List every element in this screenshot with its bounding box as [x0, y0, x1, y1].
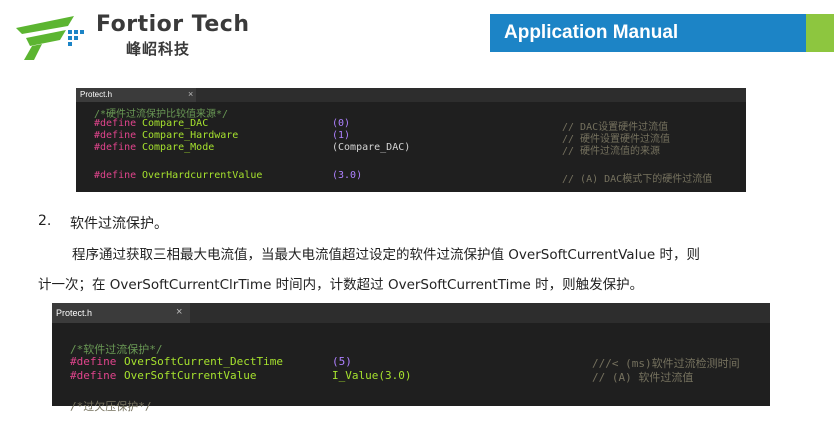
code-value: (3.0) — [332, 170, 363, 181]
brand-name-cn: 峰岹科技 — [126, 40, 191, 58]
code-line: #define — [94, 142, 137, 153]
code-identifier: Compare_Mode — [142, 142, 215, 153]
code-line: #define — [94, 130, 137, 141]
tab-label: Protect.h — [80, 90, 113, 99]
code-panel-software: Protect.h × /*软件过流保护*/ #define OverSoftC… — [52, 303, 770, 413]
banner-accent — [806, 14, 834, 52]
code-identifier: Compare_Hardware — [142, 130, 239, 141]
code-value: I_Value(3.0) — [332, 369, 412, 382]
code-value: (5) — [332, 355, 352, 368]
code-line-comment: // 硬件过流值的来源 — [562, 146, 661, 157]
document-banner: Application Manual — [490, 14, 806, 52]
code-line: #define — [94, 118, 137, 129]
code-line: #define — [70, 355, 117, 368]
paragraph-line: 计一次；在 OverSoftCurrentClrTime 时间内，计数超过 Ov… — [38, 277, 644, 293]
code-line-comment: // (A) 软件过流值 — [592, 371, 694, 384]
code-line: #define — [94, 170, 137, 181]
brand-name: Fortior Tech — [96, 12, 250, 37]
code-line: #define — [70, 369, 117, 382]
code-identifier: OverSoftCurrent_DectTime — [124, 355, 283, 368]
code-line-comment: // (A) DAC模式下的硬件过流值 — [562, 174, 713, 185]
code-value: (0) — [332, 118, 351, 129]
code-value: (1) — [332, 130, 351, 141]
paragraph-line: 程序通过获取三相最大电流值，当最大电流值超过设定的软件过流保护值 OverSof… — [72, 247, 700, 263]
editor-tab[interactable]: Protect.h × — [52, 303, 190, 323]
editor-tab[interactable]: Protect.h × — [76, 88, 196, 102]
close-icon[interactable]: × — [176, 306, 182, 318]
code-identifier: OverSoftCurrentValue — [124, 369, 257, 382]
section-heading: 软件过流保护。 — [70, 216, 168, 232]
code-value: (Compare_DAC) — [332, 142, 411, 153]
editor-tabbar: Protect.h × — [76, 88, 746, 102]
code-identifier: Compare_DAC — [142, 118, 209, 129]
section-number: 2. — [38, 213, 52, 229]
code-panel-hardware: Protect.h × /*硬件过流保护比较值来源*/ #define Comp… — [76, 88, 746, 192]
code-comment-cut: /*过欠压保护*/ — [70, 400, 152, 413]
fortior-logo-icon — [16, 16, 84, 60]
tab-label: Protect.h — [56, 308, 93, 318]
banner-title: Application Manual — [504, 22, 679, 43]
editor-tabbar: Protect.h × — [52, 303, 770, 323]
code-identifier: OverHardcurrentValue — [142, 170, 263, 181]
close-icon[interactable]: × — [188, 89, 193, 99]
